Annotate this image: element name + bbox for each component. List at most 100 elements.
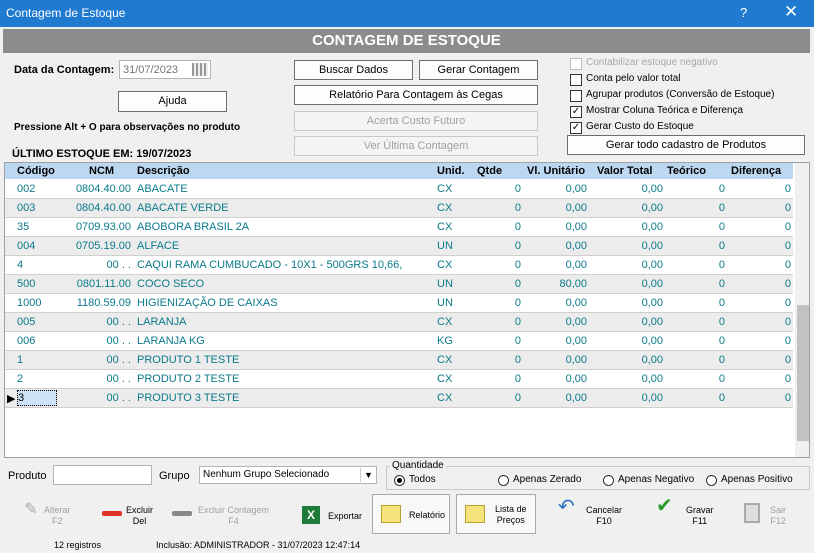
col-qtde[interactable]: Qtde — [477, 165, 502, 177]
table-cell[interactable]: 002 — [17, 183, 57, 195]
col-descricao[interactable]: Descrição — [137, 165, 190, 177]
table-cell[interactable]: 0 — [727, 392, 791, 404]
table-cell[interactable]: 3 — [17, 390, 57, 406]
option-checkbox-1[interactable] — [570, 74, 582, 86]
report-button[interactable]: Relatório — [372, 494, 450, 534]
table-cell[interactable]: CX — [437, 373, 467, 385]
table-cell[interactable]: CX — [437, 259, 467, 271]
col-unid[interactable]: Unid. — [437, 165, 465, 177]
table-cell[interactable]: 0 — [727, 221, 791, 233]
table-cell[interactable]: LARANJA — [137, 316, 427, 328]
table-cell[interactable]: 0 — [475, 221, 521, 233]
table-cell[interactable]: 0 — [665, 221, 725, 233]
table-cell[interactable]: 0 — [727, 335, 791, 347]
chevron-down-icon[interactable]: ▼ — [360, 468, 376, 482]
table-cell[interactable]: 0 — [665, 259, 725, 271]
exit-button[interactable]: Sair F12 — [740, 496, 806, 534]
table-row[interactable]: 1 00 . . PRODUTO 1 TESTE CX 0 0,00 0,00 0 0 — [5, 351, 793, 370]
radio-todos[interactable] — [394, 475, 405, 486]
table-cell[interactable]: ABACATE — [137, 183, 427, 195]
table-cell[interactable]: 0 — [475, 316, 521, 328]
table-cell[interactable]: 0801.11.00 — [65, 278, 131, 290]
table-cell[interactable]: 2 — [17, 373, 57, 385]
table-cell[interactable]: 0 — [727, 202, 791, 214]
table-row[interactable]: 006 00 . . LARANJA KG KG 0 0,00 0,00 0 0 — [5, 332, 793, 351]
col-ncm[interactable]: NCM — [89, 165, 114, 177]
table-row[interactable]: 500 0801.11.00 COCO SECO UN 0 80,00 0,00 0 0 — [5, 275, 793, 294]
table-row[interactable]: 4 00 . . CAQUI RAMA CUMBUCADO - 10X1 - 500… — [5, 256, 793, 275]
table-cell[interactable]: 0 — [727, 354, 791, 366]
table-cell[interactable]: 80,00 — [527, 278, 587, 290]
table-cell[interactable]: 0709.93.00 — [65, 221, 131, 233]
generate-all-products-button[interactable]: Gerar todo cadastro de Produtos — [567, 135, 805, 155]
calendar-icon[interactable] — [192, 63, 208, 76]
fetch-data-button[interactable]: Buscar Dados — [294, 60, 413, 80]
table-cell[interactable]: 0,00 — [527, 221, 587, 233]
price-list-button[interactable]: Lista de Preços — [456, 494, 536, 534]
generate-count-button[interactable]: Gerar Contagem — [419, 60, 538, 80]
table-cell[interactable]: 0 — [665, 354, 725, 366]
table-cell[interactable]: 500 — [17, 278, 57, 290]
table-cell[interactable]: 0,00 — [595, 316, 663, 328]
table-row[interactable]: 002 0804.40.00 ABACATE CX 0 0,00 0,00 0 0 — [5, 180, 793, 199]
table-cell[interactable]: 0 — [727, 278, 791, 290]
table-cell[interactable]: 0 — [727, 240, 791, 252]
scrollbar-thumb[interactable] — [797, 305, 809, 441]
table-cell[interactable]: 0 — [665, 278, 725, 290]
table-row[interactable]: 003 0804.40.00 ABACATE VERDE CX 0 0,00 0,00 0 0 — [5, 199, 793, 218]
table-cell[interactable]: HIGIENIZAÇÃO DE CAIXAS — [137, 297, 427, 309]
option-checkbox-4[interactable]: ✓ — [570, 122, 582, 134]
option-checkbox-0[interactable] — [570, 58, 582, 70]
blind-count-report-button[interactable]: Relatório Para Contagem às Cegas — [294, 85, 538, 105]
table-cell[interactable]: UN — [437, 240, 467, 252]
table-cell[interactable]: 0 — [475, 354, 521, 366]
table-cell[interactable]: 0 — [727, 259, 791, 271]
table-cell[interactable]: UN — [437, 278, 467, 290]
table-cell[interactable]: 0 — [475, 278, 521, 290]
product-filter-input[interactable] — [53, 465, 152, 485]
table-cell[interactable]: 0 — [475, 373, 521, 385]
table-cell[interactable]: CX — [437, 354, 467, 366]
table-cell[interactable]: 0,00 — [527, 373, 587, 385]
table-cell[interactable]: PRODUTO 1 TESTE — [137, 354, 427, 366]
table-cell[interactable]: 0 — [665, 297, 725, 309]
table-cell[interactable]: 0 — [665, 202, 725, 214]
table-cell[interactable]: 0 — [475, 392, 521, 404]
table-cell[interactable]: 00 . . — [65, 259, 131, 271]
help-icon[interactable]: ? — [740, 5, 747, 20]
table-cell[interactable]: 004 — [17, 240, 57, 252]
edit-button[interactable]: ✎ Alterar F2 — [14, 496, 84, 534]
table-cell[interactable]: CX — [437, 183, 467, 195]
table-cell[interactable]: 00 . . — [65, 373, 131, 385]
table-row[interactable]: 3 00 . . PRODUTO 3 TESTE CX 0 0,00 0,00 0 0 ▶ — [5, 389, 793, 408]
table-row[interactable]: 2 00 . . PRODUTO 2 TESTE CX 0 0,00 0,00 0 0 — [5, 370, 793, 389]
table-cell[interactable]: KG — [437, 335, 467, 347]
table-cell[interactable]: 0,00 — [595, 392, 663, 404]
table-cell[interactable]: 0 — [475, 240, 521, 252]
group-select[interactable]: Nenhum Grupo Selecionado ▼ — [199, 466, 377, 484]
radio-zerado[interactable] — [498, 475, 509, 486]
table-cell[interactable]: 0 — [727, 373, 791, 385]
table-cell[interactable]: 0705.19.00 — [65, 240, 131, 252]
table-cell[interactable]: COCO SECO — [137, 278, 427, 290]
table-cell[interactable]: 005 — [17, 316, 57, 328]
table-cell[interactable]: LARANJA KG — [137, 335, 427, 347]
table-cell[interactable]: CX — [437, 221, 467, 233]
table-cell[interactable]: 0,00 — [595, 202, 663, 214]
table-cell[interactable]: 0 — [665, 183, 725, 195]
table-cell[interactable]: PRODUTO 2 TESTE — [137, 373, 427, 385]
table-cell[interactable]: 4 — [17, 259, 57, 271]
table-cell[interactable]: 0,00 — [527, 316, 587, 328]
table-cell[interactable]: 1 — [17, 354, 57, 366]
table-cell[interactable]: 0,00 — [595, 221, 663, 233]
table-cell[interactable]: 0,00 — [595, 354, 663, 366]
table-cell[interactable]: 1000 — [17, 297, 57, 309]
table-cell[interactable]: 0,00 — [527, 202, 587, 214]
table-cell[interactable]: 0,00 — [527, 240, 587, 252]
table-row[interactable]: 35 0709.93.00 ABOBORA BRASIL 2A CX 0 0,00 0,00… — [5, 218, 793, 237]
table-cell[interactable]: 00 . . — [65, 354, 131, 366]
help-button[interactable]: Ajuda — [118, 91, 227, 112]
table-cell[interactable]: 0,00 — [595, 183, 663, 195]
table-cell[interactable]: CAQUI RAMA CUMBUCADO - 10X1 - 500GRS 10,… — [137, 259, 427, 271]
table-cell[interactable]: 00 . . — [65, 316, 131, 328]
